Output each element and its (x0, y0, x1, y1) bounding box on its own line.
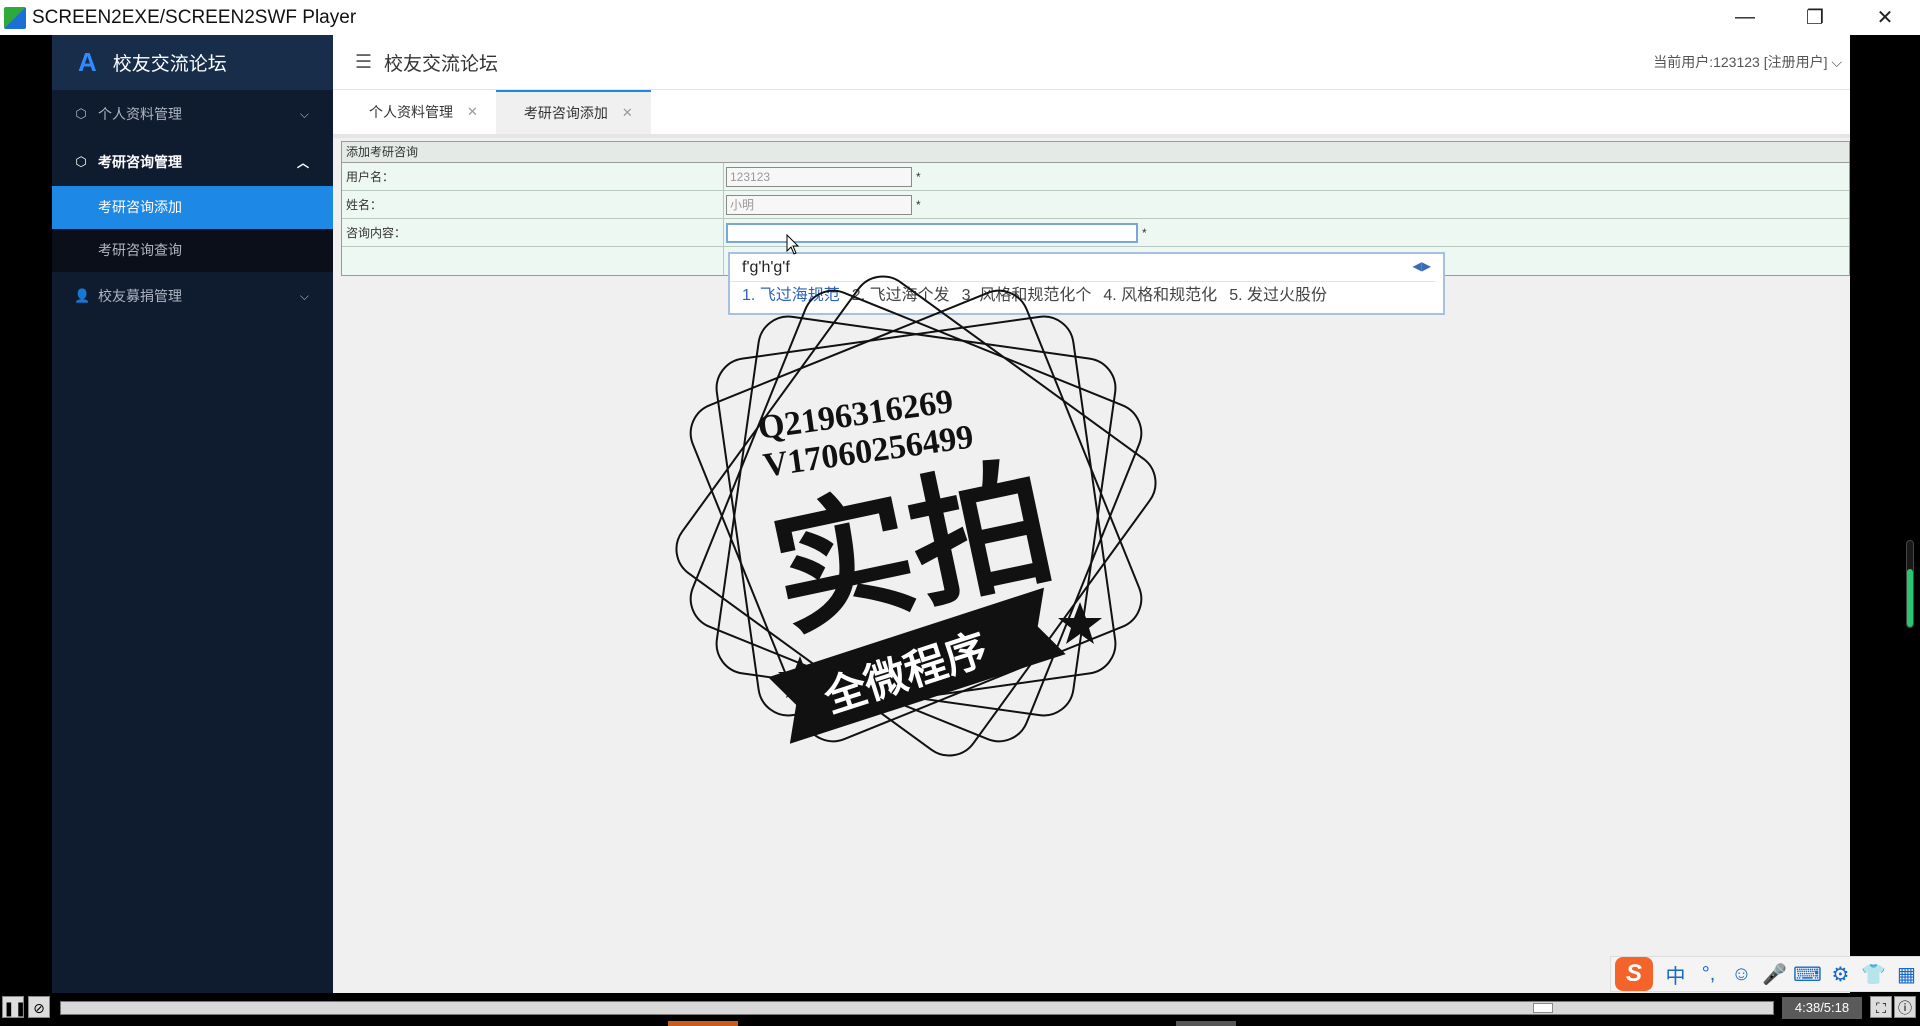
emoji-icon[interactable]: ☺ (1725, 963, 1758, 986)
tab-label: 考研咨询添加 (523, 105, 608, 121)
content-label: 咨询内容： (342, 219, 724, 246)
chevron-down-icon: ⌵ (299, 106, 309, 121)
top-header: ☰ 校友交流论坛 当前用户:123123 [注册用户] ⌵ (333, 35, 1850, 90)
username-label: 用户名： (342, 163, 724, 190)
username-field[interactable] (726, 166, 912, 187)
sidebar-item-consult[interactable]: ⬡ 考研咨询管理 ︿ (52, 138, 333, 186)
close-button[interactable]: ✕ (1850, 0, 1920, 35)
tab-profile[interactable]: 个人资料管理 ✕ (341, 90, 496, 134)
person-icon: 👤 (74, 288, 91, 303)
sidebar-item-label: 考研咨询管理 (98, 154, 182, 170)
empty-cell (342, 247, 724, 275)
fullscreen-icon[interactable]: ⛶ (1870, 996, 1892, 1018)
watermark-stamp: Q2196316269 V17060256499 实拍 全微程序 (675, 275, 1157, 757)
sidebar-item-donation[interactable]: 👤 校友募捐管理 ⌵ (52, 272, 333, 320)
form-row-name: 姓名： * (342, 191, 1849, 219)
close-tab-icon[interactable]: ✕ (622, 105, 633, 121)
minimize-button[interactable]: — (1710, 0, 1780, 35)
microphone-icon[interactable]: 🎤 (1758, 962, 1791, 987)
playback-time: 4:38/5:18 (1782, 997, 1862, 1019)
app-icon (4, 6, 26, 29)
info-icon[interactable]: ⓘ (1894, 996, 1916, 1018)
restore-button[interactable]: ❐ (1780, 0, 1850, 35)
punctuation-icon[interactable]: °, (1692, 963, 1725, 986)
sidebar-subitem-consult-query[interactable]: 考研咨询查询 (52, 229, 333, 272)
seek-thumb[interactable] (1533, 1003, 1553, 1013)
mouse-cursor-icon (786, 234, 800, 255)
current-user-label: 当前用户:123123 [注册用户] (1653, 54, 1828, 70)
close-tab-icon[interactable]: ✕ (467, 104, 478, 120)
required-mark: * (1142, 225, 1147, 240)
required-mark: * (916, 169, 921, 184)
sogou-logo-icon[interactable]: S (1615, 957, 1653, 991)
chevron-up-icon: ︿ (296, 155, 309, 170)
sidebar-item-label: 校友募捐管理 (98, 288, 182, 304)
form-caption: 添加考研咨询 (342, 142, 1849, 163)
form-row-content: 咨询内容： * (342, 219, 1849, 247)
page-title: 校友交流论坛 (384, 53, 499, 75)
keyboard-icon[interactable]: ⌨ (1791, 962, 1824, 987)
sidebar-submenu: 考研咨询添加 考研咨询查询 (52, 186, 333, 272)
sidebar-brand[interactable]: A 校友交流论坛 (52, 35, 333, 90)
required-mark: * (916, 197, 921, 212)
window-titlebar: SCREEN2EXE/SCREEN2SWF Player — ❐ ✕ (0, 0, 1920, 35)
stripe (1176, 1021, 1236, 1026)
volume-indicator[interactable] (1906, 540, 1914, 628)
sidebar-subitem-consult-add[interactable]: 考研咨询添加 (52, 186, 333, 229)
ime-candidate[interactable]: 5. 发过火股份 (1229, 282, 1327, 310)
cube-icon: ⬡ (75, 106, 87, 121)
brand-logo-icon: A (78, 47, 97, 77)
cube-icon: ⬡ (75, 154, 87, 169)
player-controls: ❚❚ ⊘ 4:38/5:18 ⛶ ⓘ (0, 993, 1920, 1026)
name-label: 姓名： (342, 191, 724, 218)
chinese-mode-icon[interactable]: 中 (1659, 960, 1692, 989)
sidebar: A 校友交流论坛 ⬡ 个人资料管理 ⌵ ⬡ 考研咨询管理 ︿ 考研咨询添加 考研… (52, 35, 333, 993)
chevron-down-icon: ⌵ (299, 288, 309, 303)
menu-toggle-icon[interactable]: ☰ (355, 51, 372, 74)
ime-page-arrows-icon[interactable]: ◀▶ (1413, 259, 1431, 273)
tab-bar: 个人资料管理 ✕ 考研咨询添加 ✕ (333, 90, 1850, 138)
ime-toolbar: S 中 °, ☺ 🎤 ⌨ ⚙ 👕 ▦ (1610, 956, 1920, 992)
tab-consult-add[interactable]: 考研咨询添加 ✕ (495, 90, 651, 134)
seek-bar[interactable] (60, 1001, 1774, 1015)
form-row-username: 用户名： * (342, 163, 1849, 191)
pause-icon[interactable]: ❚❚ (2, 996, 26, 1018)
chevron-down-icon: ⌵ (1831, 54, 1842, 70)
sidebar-item-label: 个人资料管理 (98, 106, 182, 122)
name-field[interactable] (726, 194, 912, 215)
mute-icon[interactable]: ⊘ (28, 996, 50, 1018)
skin-icon[interactable]: 👕 (1857, 962, 1890, 987)
tab-label: 个人资料管理 (369, 104, 453, 120)
toolbox-icon[interactable]: ⚙ (1824, 962, 1857, 987)
brand-name: 校友交流论坛 (112, 54, 227, 75)
grid-menu-icon[interactable]: ▦ (1890, 962, 1920, 987)
stripe (668, 1021, 738, 1026)
sidebar-item-profile[interactable]: ⬡ 个人资料管理 ⌵ (52, 90, 333, 138)
window-title: SCREEN2EXE/SCREEN2SWF Player (32, 6, 357, 28)
current-user-menu[interactable]: 当前用户:123123 [注册用户] ⌵ (1653, 52, 1842, 72)
